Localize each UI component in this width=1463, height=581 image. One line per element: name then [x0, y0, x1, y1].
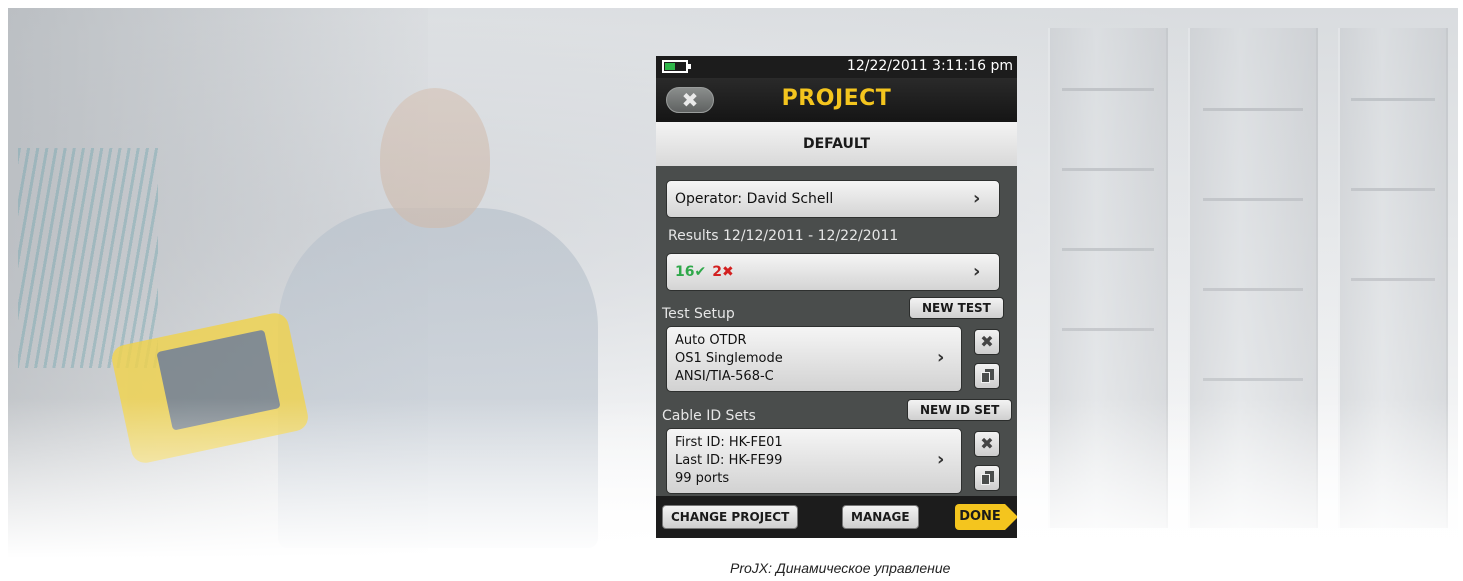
- test-setup-line: Auto OTDR: [675, 333, 747, 348]
- fiber-cables: [18, 148, 158, 368]
- status-datetime: 12/22/2011 3:11:16 pm: [846, 58, 1013, 74]
- cable-id-line: 99 ports: [675, 471, 730, 486]
- fail-x-icon: ✖: [721, 264, 734, 280]
- checkmark-icon: ✔: [694, 264, 707, 280]
- new-test-button[interactable]: NEW TEST: [909, 297, 1004, 319]
- battery-icon: [662, 60, 691, 73]
- manage-button[interactable]: MANAGE: [842, 505, 919, 529]
- chevron-right-icon: ›: [973, 261, 981, 282]
- delete-icon: ✖: [980, 434, 994, 453]
- change-project-button[interactable]: CHANGE PROJECT: [662, 505, 799, 529]
- delete-cable-id-button[interactable]: ✖: [974, 431, 1000, 457]
- test-setup-card[interactable]: Auto OTDR OS1 Singlemode ANSI/TIA-568-C …: [666, 326, 962, 392]
- delete-icon: ✖: [980, 332, 994, 351]
- device-screen: 12/22/2011 3:11:16 pm PROJECT ✖ DEFAULT …: [656, 56, 1017, 538]
- copy-icon: [981, 369, 994, 383]
- fail-count: 2✖: [712, 264, 734, 280]
- copy-icon: [981, 471, 994, 485]
- cable-id-line: First ID: HK-FE01: [675, 435, 783, 450]
- technician-head: [380, 88, 490, 228]
- operator-label: Operator: David Schell: [675, 191, 834, 207]
- cable-id-card[interactable]: First ID: HK-FE01 Last ID: HK-FE99 99 po…: [666, 428, 962, 494]
- delete-test-setup-button[interactable]: ✖: [974, 329, 1000, 355]
- test-setup-label: Test Setup: [662, 306, 735, 322]
- copy-cable-id-button[interactable]: [974, 465, 1000, 491]
- new-id-set-button[interactable]: NEW ID SET: [907, 399, 1013, 421]
- results-button[interactable]: 16✔ 2✖ ›: [666, 253, 1000, 291]
- chevron-right-icon: ›: [937, 449, 945, 470]
- status-bar: 12/22/2011 3:11:16 pm: [656, 56, 1017, 78]
- results-summary: 16✔ 2✖: [675, 264, 734, 280]
- operator-button[interactable]: Operator: David Schell ›: [666, 180, 1000, 218]
- project-name: DEFAULT: [656, 122, 1017, 166]
- title-bar: PROJECT ✖: [656, 78, 1017, 122]
- copy-test-setup-button[interactable]: [974, 363, 1000, 389]
- figure-caption: ProJX: Динамическое управление: [730, 560, 951, 576]
- close-button[interactable]: ✖: [666, 87, 714, 113]
- pass-count: 16✔: [675, 264, 707, 280]
- cable-id-sets-label: Cable ID Sets: [662, 408, 756, 424]
- chevron-right-icon: ›: [973, 188, 981, 209]
- bottom-bar: CHANGE PROJECT MANAGE DONE: [656, 496, 1017, 538]
- test-setup-line: ANSI/TIA-568-C: [675, 369, 774, 384]
- cable-id-line: Last ID: HK-FE99: [675, 453, 783, 468]
- test-setup-line: OS1 Singlemode: [675, 351, 783, 366]
- close-icon: ✖: [681, 88, 699, 112]
- results-range-label: Results 12/12/2011 - 12/22/2011: [668, 228, 899, 244]
- chevron-right-icon: ›: [937, 347, 945, 368]
- done-button[interactable]: DONE: [955, 504, 1017, 530]
